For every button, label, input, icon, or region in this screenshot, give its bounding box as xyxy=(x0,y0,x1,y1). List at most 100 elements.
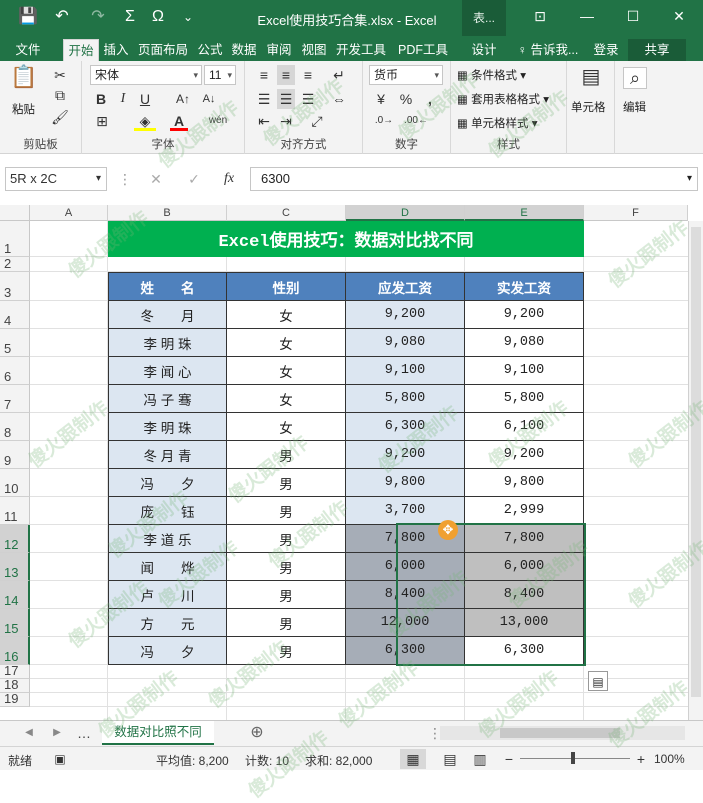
new-sheet-icon[interactable]: ⊕ xyxy=(247,723,267,743)
align-bottom-icon[interactable]: ≡ xyxy=(299,65,317,85)
decrease-decimal-icon[interactable]: .00← xyxy=(403,111,429,131)
table-header-cell[interactable]: 应发工资 xyxy=(346,272,465,301)
table-cell[interactable]: 6,100 xyxy=(465,413,584,441)
worksheet-grid[interactable]: ABCDEF 1 2 3 4 5 6 7 8 9 10 11 12 13 14 15 16 17 18 19 Exc… xyxy=(0,205,703,720)
row-header[interactable]: 13 xyxy=(0,553,30,581)
login-link[interactable]: 登录 xyxy=(590,39,622,61)
select-all-corner[interactable] xyxy=(0,205,30,221)
table-cell[interactable]: 李 明 珠 xyxy=(108,413,227,441)
sheet-title-banner[interactable]: Excel使用技巧：数据对比找不同 xyxy=(108,221,584,257)
status-count[interactable]: 计数: 10 xyxy=(245,752,289,769)
row-header[interactable]: 9 xyxy=(0,441,30,469)
cancel-icon[interactable]: ✕ xyxy=(146,169,166,189)
tab-file[interactable]: 文件 xyxy=(8,39,48,61)
increase-decimal-icon[interactable]: .0→ xyxy=(371,111,397,131)
row-header[interactable]: 2 xyxy=(0,256,30,272)
zoom-in-icon[interactable]: + xyxy=(634,749,648,769)
row-header[interactable]: 3 xyxy=(0,272,30,301)
zoom-slider[interactable] xyxy=(520,752,630,764)
font-size-select[interactable]: 11 ▾ xyxy=(204,65,236,85)
number-format-select[interactable]: 货币 ▾ xyxy=(369,65,443,85)
table-cell[interactable]: 9,200 xyxy=(465,301,584,329)
table-cell[interactable]: 男 xyxy=(227,637,346,665)
table-cell[interactable]: 男 xyxy=(227,441,346,469)
minimize-button[interactable]: — xyxy=(572,8,602,24)
table-cell[interactable]: 9,200 xyxy=(346,301,465,329)
table-header-cell[interactable]: 实发工资 xyxy=(465,272,584,301)
maximize-button[interactable]: ☐ xyxy=(618,8,648,25)
table-cell[interactable]: 女 xyxy=(227,385,346,413)
fill-color-icon[interactable]: ◈ xyxy=(134,111,156,131)
tab-data[interactable]: 数据 xyxy=(227,39,261,61)
redo-icon[interactable]: ↷ xyxy=(86,7,110,27)
name-box[interactable]: 5R x 2C ▾ xyxy=(5,167,107,191)
row-header[interactable]: 5 xyxy=(0,329,30,357)
column-header[interactable]: F xyxy=(584,205,688,221)
font-color-icon[interactable]: A xyxy=(170,111,188,131)
row-header[interactable]: 4 xyxy=(0,301,30,329)
table-cell[interactable]: 李 道 乐 xyxy=(108,525,227,553)
cell-styles-button[interactable]: ▦ 单元格样式 ▾ xyxy=(457,115,538,131)
h-scroll-thumb[interactable] xyxy=(500,728,620,738)
table-cell[interactable]: 男 xyxy=(227,497,346,525)
decrease-indent-icon[interactable]: ⇤ xyxy=(255,111,273,131)
row-header[interactable]: 11 xyxy=(0,497,30,525)
orientation-icon[interactable]: ⤢ xyxy=(305,111,329,131)
table-cell[interactable]: 9,080 xyxy=(465,329,584,357)
table-cell[interactable]: 方 元 xyxy=(108,609,227,637)
table-cell[interactable]: 9,200 xyxy=(465,441,584,469)
column-header[interactable]: C xyxy=(227,205,346,221)
cut-icon[interactable]: ✂ xyxy=(50,65,70,85)
row-header[interactable]: 16 xyxy=(0,637,30,665)
normal-view-icon[interactable]: ▦ xyxy=(400,749,426,769)
table-cell[interactable]: 冬 月 xyxy=(108,301,227,329)
table-cell[interactable]: 9,100 xyxy=(346,357,465,385)
cells-icon[interactable]: ▤ xyxy=(579,67,603,87)
table-cell[interactable]: 冬 月 青 xyxy=(108,441,227,469)
customize-qat-icon[interactable]: ⌄ xyxy=(176,7,200,27)
table-cell[interactable]: 冯 夕 xyxy=(108,637,227,665)
font-name-select[interactable]: 宋体 ▾ xyxy=(90,65,202,85)
close-button[interactable]: ✕ xyxy=(664,8,694,25)
row-header[interactable]: 6 xyxy=(0,357,30,385)
symbol-icon[interactable]: Ω xyxy=(146,7,170,27)
row-header[interactable]: 12 xyxy=(0,525,30,553)
table-cell[interactable]: 闻 烨 xyxy=(108,553,227,581)
row-header[interactable]: 1 xyxy=(0,221,30,257)
table-cell[interactable]: 5,800 xyxy=(346,385,465,413)
selection-range[interactable] xyxy=(396,523,586,666)
merge-center-icon[interactable]: ⇔ xyxy=(329,89,349,109)
table-cell[interactable]: 5,800 xyxy=(465,385,584,413)
align-top-icon[interactable]: ≡ xyxy=(255,65,273,85)
tab-split-icon[interactable]: ⋮ xyxy=(428,723,442,743)
tell-me-search[interactable]: ♀ 告诉我... xyxy=(512,39,584,61)
table-cell[interactable]: 庞 钰 xyxy=(108,497,227,525)
enter-icon[interactable]: ✓ xyxy=(184,169,204,189)
quick-analysis-icon[interactable]: ▤ xyxy=(588,671,608,691)
paste-icon[interactable]: 📋 xyxy=(10,66,38,97)
copy-icon[interactable]: ⧉ xyxy=(50,85,70,105)
column-header[interactable]: E xyxy=(465,205,584,221)
find-icon[interactable]: ⌕ xyxy=(623,67,647,89)
zoom-slider-thumb[interactable] xyxy=(571,752,575,764)
row-header[interactable]: 19 xyxy=(0,691,30,707)
page-break-view-icon[interactable]: ▥ xyxy=(470,749,490,769)
scroll-thumb[interactable] xyxy=(691,227,701,697)
table-cell[interactable]: 6,300 xyxy=(346,413,465,441)
share-button[interactable]: 共享 xyxy=(628,39,686,61)
tab-home[interactable]: 开始 xyxy=(63,39,99,61)
paste-button[interactable]: 粘贴 xyxy=(12,101,35,117)
row-header[interactable]: 7 xyxy=(0,385,30,413)
table-cell[interactable]: 9,800 xyxy=(346,469,465,497)
row-header[interactable]: 8 xyxy=(0,413,30,441)
chevron-down-icon[interactable]: ▾ xyxy=(96,168,101,190)
grow-font-icon[interactable]: A↑ xyxy=(172,89,194,109)
tab-review[interactable]: 审阅 xyxy=(262,39,296,61)
table-cell[interactable]: 李 闻 心 xyxy=(108,357,227,385)
table-cell[interactable]: 男 xyxy=(227,525,346,553)
editing-button[interactable]: 编辑 xyxy=(623,99,646,115)
align-middle-icon[interactable]: ≡ xyxy=(277,65,295,85)
table-cell[interactable]: 女 xyxy=(227,329,346,357)
tab-page-layout[interactable]: 页面布局 xyxy=(134,39,192,61)
table-cell[interactable]: 女 xyxy=(227,413,346,441)
